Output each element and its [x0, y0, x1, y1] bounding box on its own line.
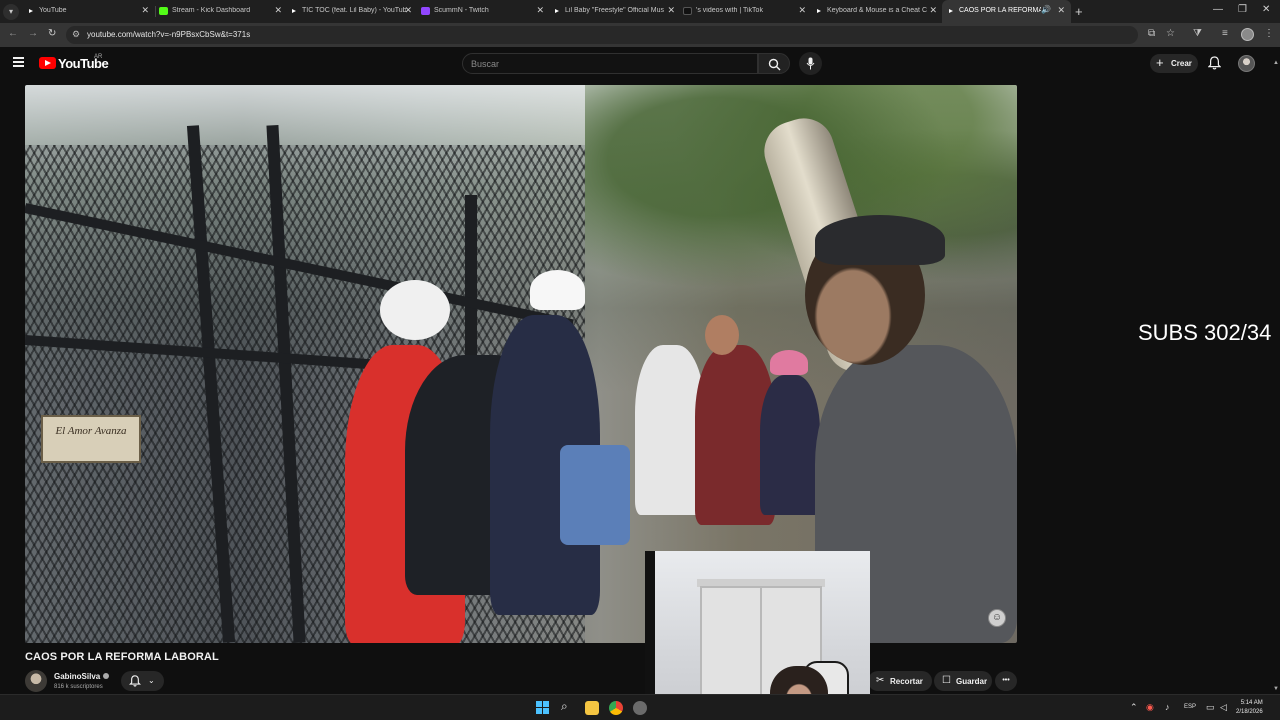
channel-avatar[interactable]: [25, 670, 47, 692]
speaker-icon[interactable]: 🔊: [1041, 5, 1051, 14]
extensions-icon[interactable]: ⧩: [1193, 28, 1202, 39]
tab-close-icon[interactable]: ✕: [274, 5, 282, 16]
bookmark-star-icon[interactable]: ☆: [1166, 28, 1175, 39]
more-actions-button[interactable]: •••: [995, 671, 1017, 691]
browser-toolbar: ← → ↻ ⚙ youtube.com/watch?v=-n9PBsxCbSw&…: [0, 23, 1280, 47]
back-arrow-icon[interactable]: ←: [8, 28, 18, 39]
save-button[interactable]: ☐ Guardar: [934, 671, 992, 691]
youtube-favicon-icon: [946, 7, 955, 15]
search-icon: [768, 58, 781, 71]
video-frame-pink-helmet: [770, 350, 808, 375]
browser-tab-strip: ▾ YouTube ✕ Stream - Kick Dashboard ✕ TI…: [0, 0, 1280, 23]
close-window-icon[interactable]: ✕: [1262, 4, 1270, 15]
display-icon[interactable]: ▭: [1206, 702, 1215, 713]
install-app-icon[interactable]: ⧉: [1148, 28, 1155, 39]
tab-lil-baby-freestyle[interactable]: Lil Baby "Freestyle" Official Mus ✕: [548, 0, 681, 23]
tab-youtube[interactable]: YouTube ✕: [22, 0, 155, 23]
page-scrollbar[interactable]: [1272, 47, 1280, 694]
reload-icon[interactable]: ↻: [48, 28, 56, 39]
create-button[interactable]: + Crear: [1150, 54, 1198, 73]
youtube-masthead: YouTube AR + Crear: [0, 47, 1280, 80]
subscriber-count: 816 k suscriptores: [54, 684, 103, 690]
microphone-icon: [806, 57, 815, 70]
tab-tiktok[interactable]: 's videos with | TikTok ✕: [679, 0, 812, 23]
save-playlist-icon: ☐: [942, 675, 951, 686]
scroll-up-arrow-icon[interactable]: ▲: [1273, 60, 1279, 66]
subscribed-notifications-button[interactable]: ⌄: [121, 671, 164, 691]
verified-check-icon: [103, 673, 109, 679]
tray-overflow-chevron-icon[interactable]: ⌃: [1130, 702, 1138, 713]
video-frame-white-helmet: [530, 270, 585, 310]
youtube-favicon-icon: [289, 7, 298, 15]
video-frame-plaque: El Amor Avanza: [41, 415, 141, 463]
tiktok-favicon-icon: [683, 7, 692, 15]
windows-taskbar: ⌕ ⌃ ◉ ♪ ESP ▭ ◁ 5:14 AM 2/18/2026: [0, 694, 1280, 720]
address-bar[interactable]: ⚙ youtube.com/watch?v=-n9PBsxCbSw&t=371s: [66, 26, 1138, 44]
tab-twitch[interactable]: ScummN - Twitch ✕: [417, 0, 550, 23]
tab-search-icon[interactable]: ▾: [3, 4, 19, 20]
twitch-favicon-icon: [421, 7, 430, 15]
url-text: youtube.com/watch?v=-n9PBsxCbSw&t=371s: [87, 30, 251, 39]
tab-close-icon[interactable]: ✕: [667, 5, 675, 16]
app-icon[interactable]: [633, 701, 647, 715]
video-frame-face: [705, 315, 739, 355]
country-code: AR: [94, 54, 103, 60]
volume-icon[interactable]: ◁: [1220, 702, 1227, 713]
tab-close-icon[interactable]: ✕: [798, 5, 806, 16]
kick-favicon-icon: [159, 7, 168, 15]
subs-counter-overlay: SUBS 302/340: [1138, 320, 1280, 345]
chevron-down-icon: ⌄: [148, 676, 155, 685]
youtube-favicon-icon: [552, 7, 561, 15]
video-frame-black-cap: [815, 215, 945, 265]
youtube-logo-icon[interactable]: [39, 57, 56, 69]
kebab-menu-icon[interactable]: ⋮: [1264, 28, 1274, 39]
input-language[interactable]: ESP: [1184, 704, 1196, 710]
clock-date: 2/18/2026: [1236, 709, 1263, 715]
clock-time: 5:14 AM: [1240, 700, 1263, 706]
hamburger-menu-icon[interactable]: [13, 57, 24, 69]
scissors-icon: ✂: [876, 675, 885, 686]
tab-caos-reforma-active[interactable]: CAOS POR LA REFORMA L 🔊 ✕: [942, 0, 1071, 23]
tab-tic-toc[interactable]: TIC TOC (feat. Lil Baby) - YouTube ✕: [285, 0, 418, 23]
youtube-favicon-icon: [814, 7, 823, 15]
search-box[interactable]: [462, 53, 758, 74]
voice-search-button[interactable]: [799, 52, 822, 75]
video-frame-person-gas-mask: [760, 375, 820, 515]
video-frame-tote-bag: [560, 445, 630, 545]
search-input[interactable]: [471, 58, 751, 70]
search-button[interactable]: [758, 53, 790, 74]
channel-name[interactable]: GabinoSilva: [54, 672, 100, 681]
microphone-tray-icon[interactable]: ♪: [1165, 702, 1170, 712]
forward-arrow-icon[interactable]: →: [28, 28, 38, 39]
bell-icon: [129, 675, 141, 687]
clip-button[interactable]: ✂ Recortar: [868, 671, 932, 691]
new-tab-button[interactable]: +: [1075, 4, 1083, 19]
file-explorer-icon[interactable]: [585, 701, 599, 715]
tab-close-icon[interactable]: ✕: [929, 5, 937, 16]
tab-keyboard-mouse[interactable]: Keyboard & Mouse is a Cheat C ✕: [810, 0, 943, 23]
plus-icon: +: [1156, 55, 1164, 70]
notifications-bell-icon[interactable]: [1208, 56, 1221, 70]
tab-close-icon[interactable]: ✕: [536, 5, 544, 16]
chrome-icon[interactable]: [609, 701, 623, 715]
taskbar-clock[interactable]: 5:14 AM 2/18/2026: [1236, 699, 1263, 717]
tab-close-icon[interactable]: ✕: [1057, 5, 1065, 16]
tab-close-icon[interactable]: ✕: [141, 5, 149, 16]
tray-app-icon[interactable]: ◉: [1146, 702, 1154, 713]
scroll-down-arrow-icon[interactable]: ▼: [1273, 686, 1279, 692]
account-avatar[interactable]: [1238, 55, 1255, 72]
video-frame-white-cap: [380, 280, 450, 340]
taskbar-search-icon[interactable]: ⌕: [561, 699, 568, 714]
youtube-favicon-icon: [26, 7, 35, 15]
tab-close-icon[interactable]: ✕: [404, 5, 412, 16]
tab-kick-dashboard[interactable]: Stream - Kick Dashboard ✕: [155, 0, 288, 23]
player-settings-icon[interactable]: ☺: [988, 609, 1006, 627]
profile-avatar-icon[interactable]: [1241, 28, 1254, 41]
windows-start-icon[interactable]: [536, 701, 550, 715]
minimize-icon[interactable]: —: [1213, 4, 1223, 15]
video-title: CAOS POR LA REFORMA LABORAL: [25, 651, 219, 663]
site-info-icon[interactable]: ⚙: [72, 29, 80, 40]
media-controls-icon[interactable]: ≡: [1222, 28, 1228, 39]
maximize-icon[interactable]: ❐: [1238, 4, 1247, 15]
